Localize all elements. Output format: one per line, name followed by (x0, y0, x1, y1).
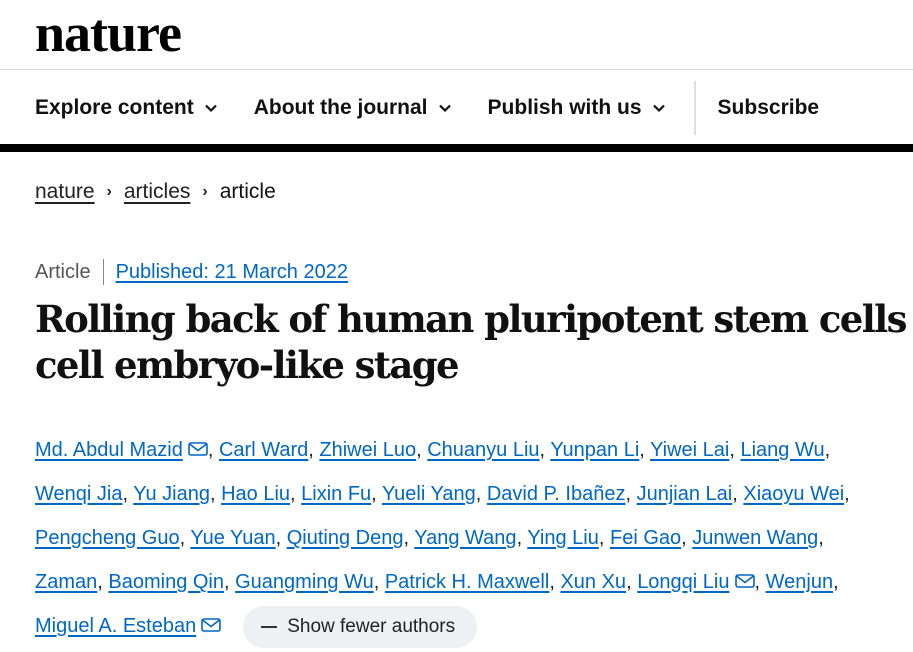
author-link[interactable]: Zhiwei Luo (319, 439, 416, 461)
mail-icon[interactable] (201, 618, 222, 632)
author-link[interactable]: Zaman (35, 571, 97, 593)
nature-logo[interactable]: nature (35, 2, 182, 64)
author-line: Pengcheng Guo, Yue Yuan, Qiuting Deng, Y… (35, 527, 824, 549)
chevron-down-icon (438, 104, 451, 113)
show-fewer-authors-button[interactable]: Show fewer authors (243, 605, 478, 648)
author-link[interactable]: Baoming Qin (108, 571, 224, 593)
author-link[interactable]: Longqi Liu (637, 571, 729, 593)
breadcrumb-current: article (219, 180, 276, 203)
author-link[interactable]: Xiaoyu Wei (743, 483, 844, 505)
author-link[interactable]: Hao Liu (221, 483, 290, 505)
author-link[interactable]: Carl Ward (219, 439, 308, 461)
nav-publish-with-us-label: Publish with us (487, 96, 642, 119)
author-link[interactable]: Yang Wang (414, 527, 516, 549)
mail-icon[interactable] (188, 442, 208, 456)
chevron-down-icon (204, 104, 217, 113)
breadcrumb: nature › articles › article (35, 180, 276, 204)
show-fewer-authors-label: Show fewer authors (287, 615, 456, 637)
article-title: Rolling back of human pluripotent stem c… (35, 296, 913, 388)
nav-divider (0, 144, 913, 152)
author-link[interactable]: Pengcheng Guo (35, 527, 180, 549)
nav-publish-with-us[interactable]: Publish with us (488, 96, 666, 120)
author-link[interactable]: Guangming Wu (235, 571, 374, 593)
author-link[interactable]: Yu Jiang (133, 483, 210, 505)
author-link[interactable]: Chuanyu Liu (427, 439, 539, 461)
author-line: Md. Abdul Mazid, Carl Ward, Zhiwei Luo, … (35, 439, 831, 461)
chevron-down-icon (652, 104, 665, 113)
author-link[interactable]: Junwen Wang (692, 527, 818, 549)
author-link[interactable]: Patrick H. Maxwell (385, 571, 549, 593)
nav-about-journal-label: About the journal (253, 96, 428, 119)
author-link[interactable]: Lixin Fu (301, 483, 371, 505)
mail-icon[interactable] (734, 574, 755, 588)
author-link[interactable]: Miguel A. Esteban (35, 615, 196, 637)
author-line: Wenqi Jia, Yu Jiang, Hao Liu, Lixin Fu, … (35, 483, 850, 505)
chevron-right-icon: › (106, 183, 112, 200)
author-link[interactable]: Md. Abdul Mazid (35, 439, 183, 461)
author-link[interactable]: Wenqi Jia (35, 483, 122, 505)
article-title-line2: cell embryo-like stage (35, 343, 460, 387)
breadcrumb-articles[interactable]: articles (124, 180, 191, 204)
meta-divider (102, 259, 104, 285)
author-link[interactable]: Fei Gao (610, 527, 681, 549)
nav-about-journal[interactable]: About the journal (254, 96, 452, 120)
chevron-right-icon: › (202, 183, 208, 200)
author-link[interactable]: Yunpan Li (550, 439, 639, 461)
author-link[interactable]: Xun Xu (560, 571, 626, 593)
nav-explore-content-label: Explore content (35, 96, 194, 119)
author-link[interactable]: Wenjun (766, 571, 833, 593)
author-line: Zaman, Baoming Qin, Guangming Wu, Patric… (35, 571, 839, 593)
author-link[interactable]: Junjian Lai (637, 483, 733, 505)
author-link[interactable]: Ying Liu (527, 527, 599, 549)
author-link[interactable]: Yiwei Lai (650, 439, 729, 461)
article-meta: Article Published: 21 March 2022 (35, 259, 348, 285)
author-link[interactable]: Qiuting Deng (287, 527, 404, 549)
main-nav: Explore content About the journal Publis… (35, 81, 855, 135)
author-link[interactable]: Yue Yuan (190, 527, 275, 549)
subscribe-link[interactable]: Subscribe (718, 96, 820, 120)
article-title-line1: Rolling back of human pluripotent stem c… (35, 297, 913, 341)
author-list: Md. Abdul Mazid, Carl Ward, Zhiwei Luo, … (35, 428, 913, 648)
header-divider (0, 69, 913, 70)
author-link[interactable]: Liang Wu (740, 439, 824, 461)
nav-separator (693, 81, 696, 135)
breadcrumb-nature[interactable]: nature (35, 180, 95, 204)
author-link[interactable]: Yueli Yang (382, 483, 476, 505)
minus-icon (261, 625, 278, 628)
author-link[interactable]: David P. Ibañez (487, 483, 626, 505)
published-date-link[interactable]: Published: 21 March 2022 (116, 261, 348, 284)
article-type: Article (35, 260, 91, 283)
author-line: Miguel A. Esteban Show fewer authors (35, 604, 913, 648)
nav-explore-content[interactable]: Explore content (35, 96, 218, 120)
